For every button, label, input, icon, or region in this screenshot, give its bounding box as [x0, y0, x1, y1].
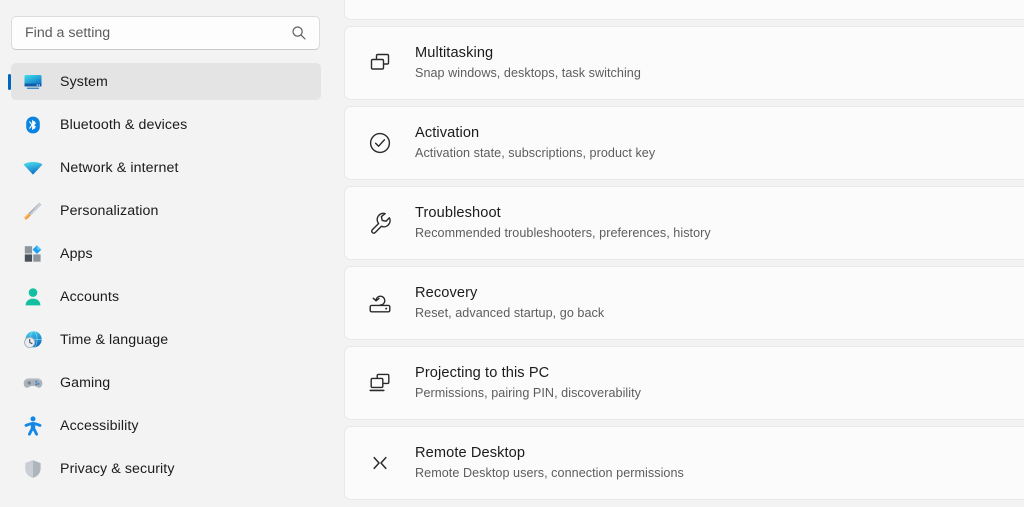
sidebar-item-accounts[interactable]: Accounts: [11, 278, 321, 315]
bluetooth-icon: [22, 114, 44, 136]
sidebar: System Bluetooth & devices: [0, 0, 332, 507]
sidebar-item-label: Accessibility: [60, 418, 139, 434]
sidebar-item-label: Network & internet: [60, 160, 179, 176]
wrench-icon: [365, 208, 395, 238]
gamepad-icon: [22, 372, 44, 394]
settings-window: System Bluetooth & devices: [0, 0, 1024, 507]
sidebar-item-label: Privacy & security: [60, 461, 175, 477]
clock-globe-icon: [22, 329, 44, 351]
settings-card-title: Activation: [415, 124, 655, 143]
settings-card-multitasking[interactable]: Multitasking Snap windows, desktops, tas…: [344, 26, 1024, 100]
main-content: Discoverability, received files location…: [332, 0, 1024, 507]
sidebar-item-personalization[interactable]: Personalization: [11, 192, 321, 229]
settings-card-subtitle: Activation state, subscriptions, product…: [415, 145, 655, 162]
settings-card-nearby-sharing[interactable]: Discoverability, received files location: [344, 0, 1024, 20]
search-input[interactable]: [25, 17, 290, 49]
sidebar-item-bluetooth-devices[interactable]: Bluetooth & devices: [11, 106, 321, 143]
settings-card-list: Discoverability, received files location…: [344, 0, 1024, 500]
settings-card-subtitle: Recommended troubleshooters, preferences…: [415, 225, 711, 242]
sidebar-item-label: Personalization: [60, 203, 159, 219]
sidebar-item-apps[interactable]: Apps: [11, 235, 321, 272]
settings-card-title: Troubleshoot: [415, 204, 711, 223]
apps-grid-icon: [22, 243, 44, 265]
sidebar-nav: System Bluetooth & devices: [0, 63, 332, 487]
settings-card-remote-desktop[interactable]: Remote Desktop Remote Desktop users, con…: [344, 426, 1024, 500]
accessibility-icon: [22, 415, 44, 437]
remote-desktop-icon: [365, 448, 395, 478]
wifi-icon: [22, 157, 44, 179]
sidebar-item-privacy-security[interactable]: Privacy & security: [11, 450, 321, 487]
settings-card-title: Remote Desktop: [415, 444, 684, 463]
settings-card-subtitle: Permissions, pairing PIN, discoverabilit…: [415, 385, 641, 402]
monitor-icon: [22, 71, 44, 93]
settings-card-projecting-to-this-pc[interactable]: Projecting to this PC Permissions, pairi…: [344, 346, 1024, 420]
settings-card-subtitle: Reset, advanced startup, go back: [415, 305, 604, 322]
search-box[interactable]: [11, 16, 320, 50]
sidebar-item-network-internet[interactable]: Network & internet: [11, 149, 321, 186]
sidebar-item-label: Time & language: [60, 332, 168, 348]
settings-card-title: Recovery: [415, 284, 604, 303]
person-icon: [22, 286, 44, 308]
check-circle-icon: [365, 128, 395, 158]
settings-card-title: Multitasking: [415, 44, 641, 63]
shield-icon: [22, 458, 44, 480]
multitasking-icon: [365, 48, 395, 78]
settings-card-subtitle: Remote Desktop users, connection permiss…: [415, 465, 684, 482]
settings-card-troubleshoot[interactable]: Troubleshoot Recommended troubleshooters…: [344, 186, 1024, 260]
settings-card-recovery[interactable]: Recovery Reset, advanced startup, go bac…: [344, 266, 1024, 340]
sidebar-item-label: Apps: [60, 246, 93, 262]
recovery-drive-icon: [365, 288, 395, 318]
settings-card-title: Projecting to this PC: [415, 364, 641, 383]
sidebar-item-label: Bluetooth & devices: [60, 117, 187, 133]
sidebar-item-time-language[interactable]: Time & language: [11, 321, 321, 358]
paintbrush-icon: [22, 200, 44, 222]
search-icon[interactable]: [290, 25, 307, 42]
sidebar-item-label: Gaming: [60, 375, 110, 391]
sidebar-item-system[interactable]: System: [11, 63, 321, 100]
projecting-icon: [365, 368, 395, 398]
sidebar-item-label: Accounts: [60, 289, 119, 305]
sidebar-item-label: System: [60, 74, 108, 90]
settings-card-subtitle: Snap windows, desktops, task switching: [415, 65, 641, 82]
sidebar-item-accessibility[interactable]: Accessibility: [11, 407, 321, 444]
sidebar-item-gaming[interactable]: Gaming: [11, 364, 321, 401]
settings-card-activation[interactable]: Activation Activation state, subscriptio…: [344, 106, 1024, 180]
